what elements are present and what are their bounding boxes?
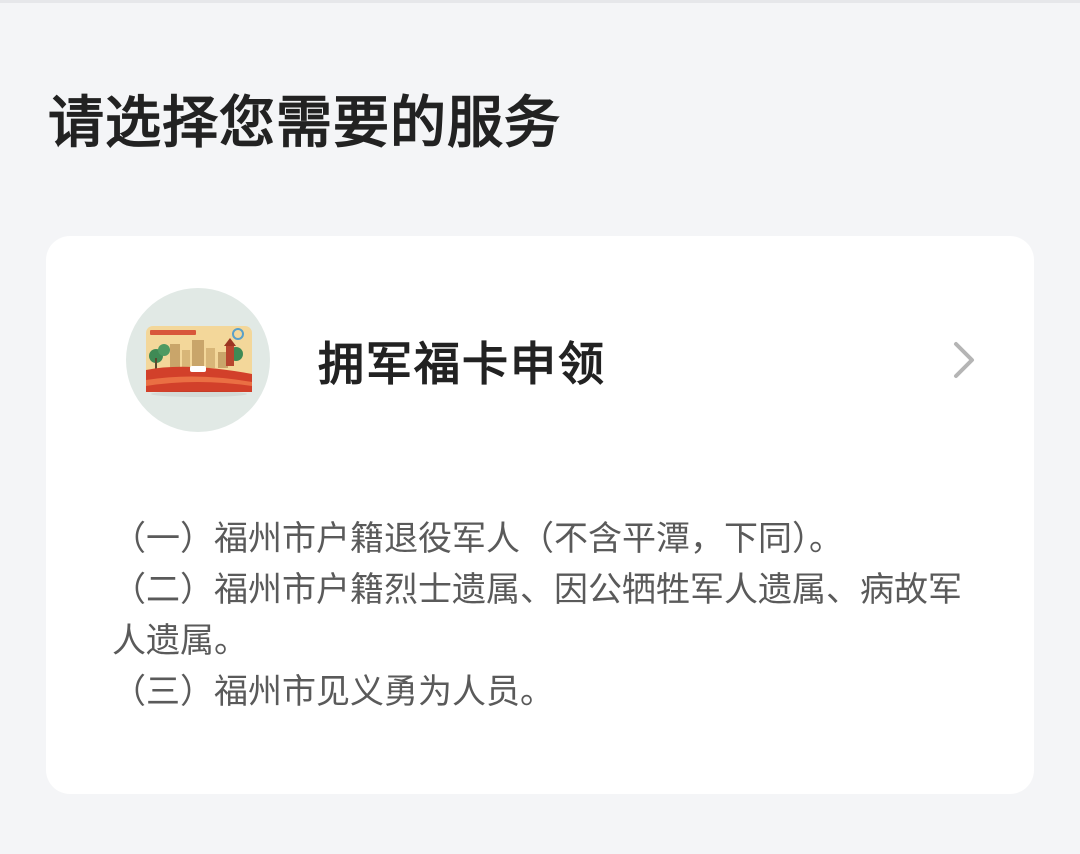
chevron-right-icon	[954, 342, 974, 378]
service-avatar	[126, 288, 270, 432]
page-title: 请选择您需要的服务	[48, 91, 561, 156]
eligibility-description: （一）福州市户籍退役军人（不含平潭，下同）。 （二）福州市户籍烈士遗属、因公牺牲…	[112, 514, 972, 718]
eligibility-item-3: （三）福州市见义勇为人员。	[112, 672, 554, 712]
eligibility-item-2: （二）福州市户籍烈士遗属、因公牺牲军人遗属、病故军人遗属。	[112, 570, 962, 661]
top-divider	[0, 0, 1080, 3]
military-welfare-card-icon	[146, 326, 252, 397]
eligibility-item-1: （一）福州市户籍退役军人（不含平潭，下同）。	[112, 519, 843, 559]
service-item-military-welfare-card[interactable]: 拥军福卡申领	[46, 236, 1034, 466]
service-name: 拥军福卡申领	[318, 337, 606, 391]
service-card: 拥军福卡申领 （一）福州市户籍退役军人（不含平潭，下同）。 （二）福州市户籍烈士…	[46, 236, 1034, 794]
